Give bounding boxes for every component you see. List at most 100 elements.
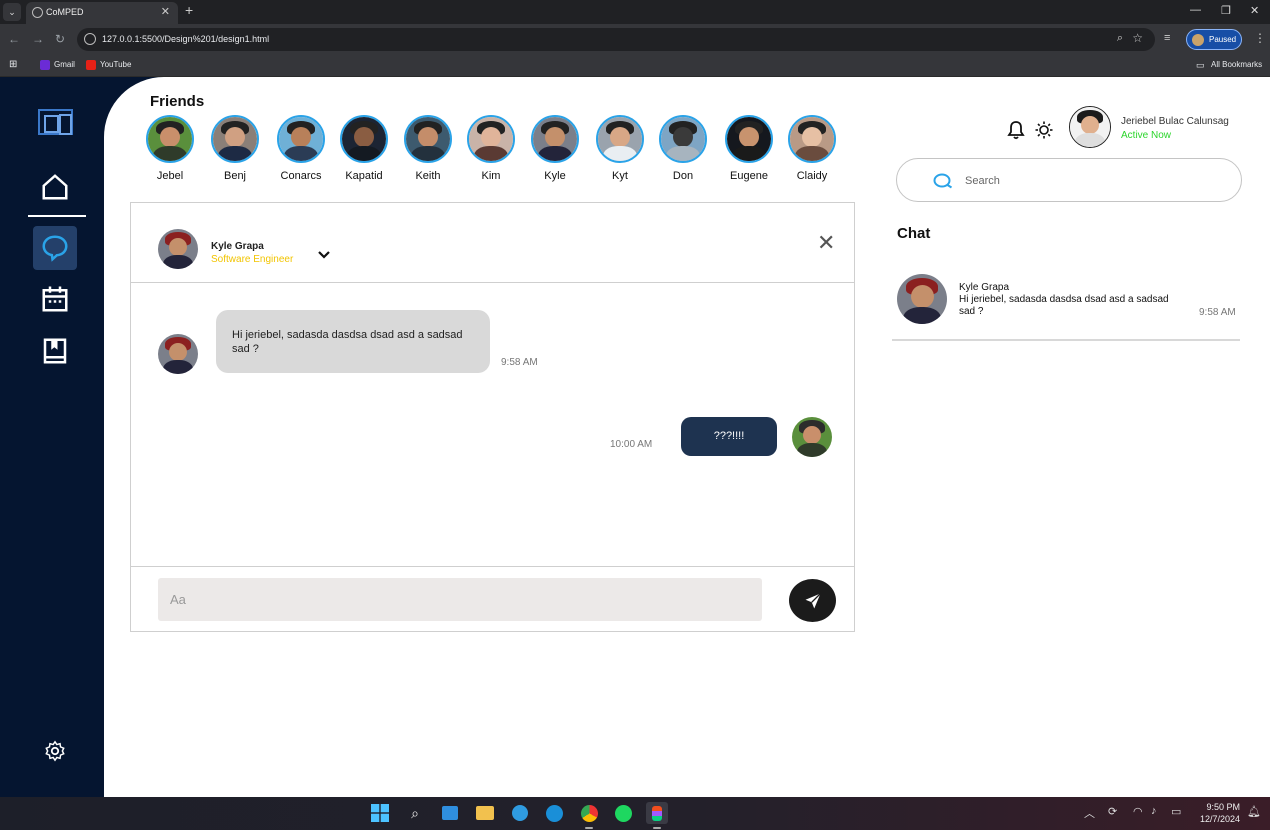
- book-icon: [43, 338, 67, 364]
- wifi-icon[interactable]: ◠: [1133, 805, 1143, 818]
- settings-nav-button[interactable]: [33, 729, 77, 773]
- bookmark-star-icon[interactable]: ☆: [1132, 31, 1143, 45]
- browser-tab[interactable]: CoMPED ✕: [26, 2, 178, 24]
- own-avatar: [792, 417, 832, 457]
- reload-icon[interactable]: ↻: [55, 32, 65, 46]
- friend-item[interactable]: Keith: [399, 115, 457, 182]
- address-bar: ← → ↻ 127.0.0.1:5500/Design%201/design1.…: [0, 24, 1270, 55]
- minimize-icon[interactable]: —: [1190, 4, 1201, 16]
- search-taskbar-icon[interactable]: ⌕: [404, 802, 426, 824]
- friend-name: Eugene: [730, 170, 768, 182]
- sidebar-divider: [28, 215, 86, 217]
- friend-avatar: [211, 115, 259, 163]
- chat-list-heading: Chat: [897, 225, 931, 242]
- apps-grid-icon[interactable]: ⊞: [9, 59, 17, 70]
- windows-taskbar: ⌕ ︿ ⟳ ◠ ♪ ▭ 9:50 PM 12/7/2024 🔔︎: [0, 797, 1270, 830]
- user-avatar[interactable]: [1069, 106, 1111, 148]
- file-explorer-icon[interactable]: [474, 802, 496, 824]
- friend-item[interactable]: Kapatid: [335, 115, 393, 182]
- extensions-icon[interactable]: ≡: [1164, 32, 1170, 44]
- incoming-message: Hi jeriebel, sadasda dasdsa dsad asd a s…: [216, 310, 490, 373]
- chrome-icon[interactable]: [578, 802, 600, 824]
- outgoing-message: ???!!!!: [681, 417, 777, 456]
- store-icon[interactable]: [439, 802, 461, 824]
- friend-avatar: [146, 115, 194, 163]
- search-icon: [933, 173, 953, 194]
- zoom-icon[interactable]: ⌕: [1117, 32, 1123, 45]
- friend-item[interactable]: Kyle: [526, 115, 584, 182]
- home-nav-button[interactable]: [33, 165, 77, 209]
- home-icon: [42, 174, 68, 200]
- tab-search-button[interactable]: ⌄: [3, 3, 21, 21]
- friend-item[interactable]: Jebel: [141, 115, 199, 182]
- bookmarks-nav-button[interactable]: [33, 329, 77, 373]
- close-conversation-icon[interactable]: ✕: [817, 232, 835, 254]
- message-input[interactable]: [158, 578, 762, 621]
- system-clock[interactable]: 9:50 PM 12/7/2024: [1194, 801, 1240, 825]
- chat-bubble-icon: [42, 235, 68, 262]
- app-logo[interactable]: [38, 109, 73, 135]
- spotify-icon[interactable]: [612, 802, 634, 824]
- notification-icon[interactable]: 🔔︎: [1247, 805, 1261, 818]
- chrome-active-indicator: [585, 827, 593, 829]
- clock-date: 12/7/2024: [1199, 814, 1240, 824]
- friend-item[interactable]: Benj: [206, 115, 264, 182]
- folder-icon: ▭: [1196, 60, 1205, 70]
- app-sidebar: [0, 77, 104, 797]
- more-menu-icon[interactable]: ⋮: [1254, 31, 1266, 45]
- search-input[interactable]: [965, 171, 1215, 191]
- friend-name: Kim: [481, 170, 501, 182]
- url-field[interactable]: 127.0.0.1:5500/Design%201/design1.html ⌕…: [77, 28, 1155, 51]
- theme-toggle-icon[interactable]: [1035, 121, 1053, 144]
- close-tab-icon[interactable]: ✕: [161, 5, 170, 18]
- bookmark-youtube[interactable]: YouTube: [100, 60, 131, 69]
- tray-chevron-icon[interactable]: ︿: [1084, 805, 1095, 821]
- all-bookmarks[interactable]: All Bookmarks: [1211, 60, 1262, 69]
- windows-start-icon[interactable]: [369, 802, 391, 824]
- friend-avatar: [467, 115, 515, 163]
- battery-icon[interactable]: ▭: [1171, 805, 1181, 818]
- friend-avatar: [725, 115, 773, 163]
- profile-status-label: Paused: [1209, 35, 1237, 44]
- figma-icon[interactable]: [646, 802, 668, 824]
- chat-list-item[interactable]: Kyle Grapa Hi jeriebel, sadasda dasdsa d…: [892, 270, 1240, 341]
- site-info-icon[interactable]: [84, 33, 96, 45]
- chat-nav-button[interactable]: [33, 226, 77, 270]
- youtube-icon: [86, 60, 96, 70]
- send-icon: [805, 592, 821, 608]
- calendar-nav-button[interactable]: [33, 277, 77, 321]
- gear-icon: [45, 740, 65, 762]
- compose-bar: [131, 566, 854, 631]
- friend-item[interactable]: Eugene: [720, 115, 778, 182]
- chevron-down-icon[interactable]: [317, 247, 331, 263]
- send-button[interactable]: [789, 579, 836, 622]
- back-icon[interactable]: ←: [8, 32, 20, 46]
- friend-item[interactable]: Don: [654, 115, 712, 182]
- notification-bell-icon[interactable]: [1007, 120, 1025, 145]
- edge-icon[interactable]: [543, 802, 565, 824]
- new-tab-button[interactable]: +: [185, 2, 193, 18]
- help-icon[interactable]: [509, 802, 531, 824]
- calendar-icon: [42, 286, 68, 312]
- close-window-icon[interactable]: ✕: [1250, 4, 1259, 17]
- friend-avatar: [531, 115, 579, 163]
- friend-item[interactable]: Kim: [462, 115, 520, 182]
- restore-icon[interactable]: ❐: [1221, 4, 1231, 17]
- sync-icon[interactable]: ⟳: [1108, 805, 1117, 818]
- volume-icon[interactable]: ♪: [1151, 805, 1157, 817]
- outgoing-message-time: 10:00 AM: [610, 439, 653, 450]
- friend-item[interactable]: Conarcs: [272, 115, 330, 182]
- forward-icon[interactable]: →: [32, 32, 44, 46]
- profile-button[interactable]: Paused: [1186, 29, 1242, 50]
- friend-avatar: [340, 115, 388, 163]
- friends-heading: Friends: [150, 93, 205, 110]
- friend-avatar: [659, 115, 707, 163]
- contact-avatar[interactable]: [158, 229, 198, 269]
- sender-avatar: [158, 334, 198, 374]
- bookmark-gmail[interactable]: Gmail: [54, 60, 75, 69]
- friend-name: Jebel: [156, 170, 184, 182]
- friend-item[interactable]: Kyt: [591, 115, 649, 182]
- url-text: 127.0.0.1:5500/Design%201/design1.html: [102, 34, 270, 44]
- chat-item-avatar: [897, 274, 947, 324]
- friend-item[interactable]: Claidy: [783, 115, 841, 182]
